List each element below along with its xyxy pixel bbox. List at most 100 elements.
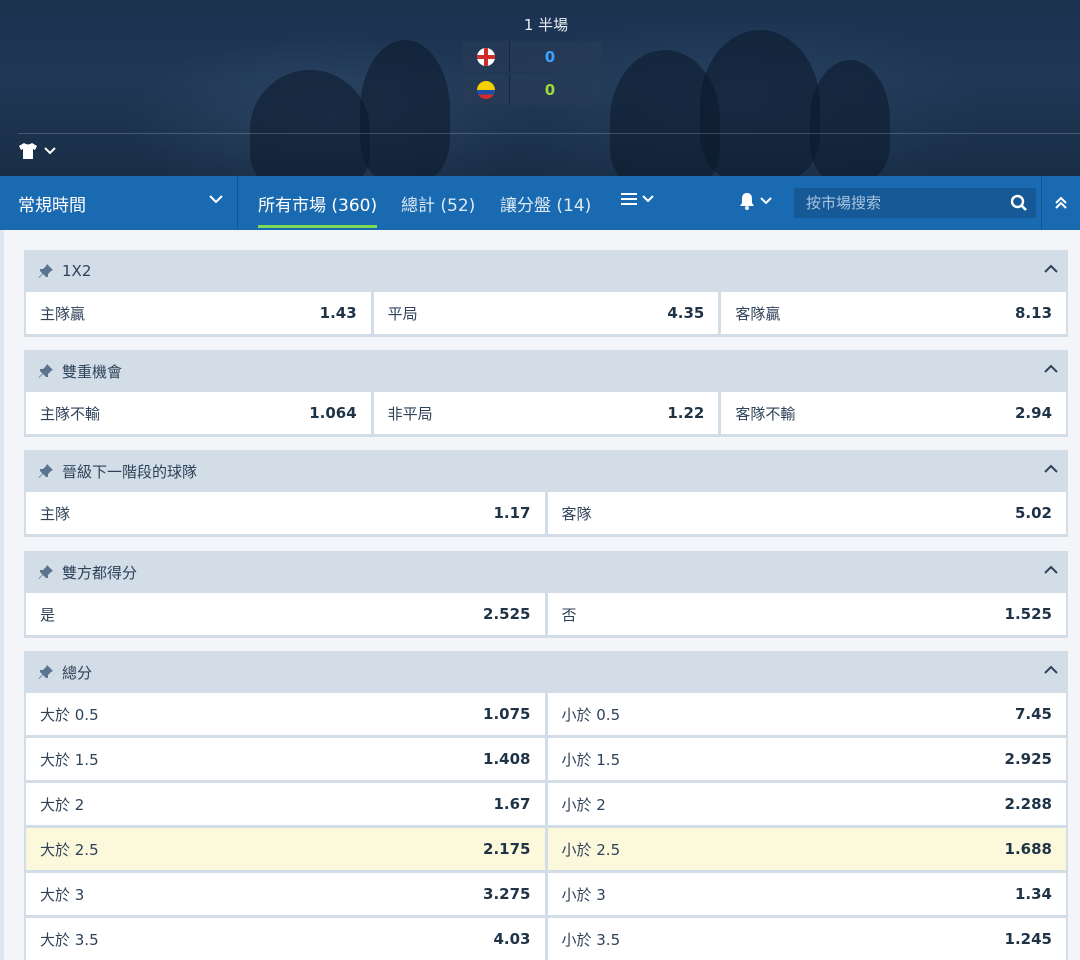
shirt-icon	[19, 143, 37, 159]
collapse-header-button[interactable]	[1041, 176, 1080, 230]
market-both-teams-score: 雙方都得分 是 2.525 否 1.525	[24, 551, 1068, 638]
selection-button[interactable]: 客隊贏 8.13	[721, 292, 1067, 334]
market-title: 雙方都得分	[62, 563, 138, 582]
selection-button[interactable]: 客隊 5.02	[547, 492, 1066, 534]
market-double-chance: 雙重機會 主隊不輸 1.064 非平局 1.22 客隊不輸 2.94	[24, 350, 1068, 437]
selection-odds: 1.408	[483, 750, 531, 768]
match-hero: 1 半場 0 0	[0, 0, 1080, 176]
selection-label: 小於 1.5	[561, 750, 621, 769]
notifications-button[interactable]	[738, 191, 772, 211]
market-title: 1X2	[62, 262, 92, 280]
selection-label: 大於 3.5	[40, 930, 99, 949]
selection-row: 主隊 1.17 客隊 5.02	[24, 492, 1068, 537]
chevron-up-icon[interactable]	[1044, 464, 1058, 473]
market-search	[794, 188, 1036, 218]
market-title: 總分	[62, 663, 93, 682]
market-title: 雙重機會	[62, 362, 123, 381]
pin-icon[interactable]	[38, 564, 54, 580]
selection-row: 大於 2.5 2.175 小於 2.5 1.688	[24, 828, 1068, 873]
selection-odds: 1.67	[493, 795, 531, 813]
selection-odds: 2.175	[483, 840, 531, 858]
market-header[interactable]: 雙方都得分	[24, 551, 1068, 593]
selection-button[interactable]: 主隊 1.17	[26, 492, 545, 534]
selection-button[interactable]: 大於 2 1.67	[26, 783, 545, 825]
selection-odds: 4.03	[493, 930, 531, 948]
chevron-up-icon[interactable]	[1044, 364, 1058, 373]
selection-row: 大於 3.5 4.03 小於 3.5 1.245	[24, 918, 1068, 960]
market-toolbar: 常規時間 所有市場 (360) 總計 (52) 讓分盤 (14)	[0, 176, 1080, 230]
selection-odds: 1.075	[483, 705, 531, 723]
selection-button[interactable]: 小於 2 2.288	[547, 783, 1066, 825]
selection-button[interactable]: 主隊不輸 1.064	[26, 392, 371, 434]
away-score-row: 0	[462, 74, 602, 105]
tab-handicap[interactable]: 讓分盤 (14)	[500, 176, 591, 230]
selection-odds: 1.22	[667, 404, 705, 422]
pin-icon[interactable]	[38, 263, 54, 279]
selection-odds: 1.064	[309, 404, 357, 422]
chevron-down-icon	[209, 195, 223, 204]
hero-divider	[18, 133, 1080, 134]
market-header[interactable]: 總分	[24, 651, 1068, 693]
pin-icon[interactable]	[38, 363, 54, 379]
search-icon[interactable]	[1002, 188, 1036, 218]
england-flag-icon	[476, 47, 495, 66]
pin-icon[interactable]	[38, 463, 54, 479]
pin-icon[interactable]	[38, 664, 54, 680]
match-period: 1 半場	[523, 16, 569, 34]
selection-button[interactable]: 大於 1.5 1.408	[26, 738, 545, 780]
selection-odds: 5.02	[1014, 504, 1052, 522]
selection-button[interactable]: 小於 0.5 7.45	[547, 693, 1066, 735]
kit-toggle-button[interactable]	[18, 142, 56, 160]
selection-odds: 8.13	[1015, 304, 1053, 322]
selection-button[interactable]: 否 1.525	[547, 593, 1066, 635]
selection-button[interactable]: 主隊贏 1.43	[26, 292, 371, 334]
selection-label: 小於 2	[561, 795, 606, 814]
markets-list: 1X2 主隊贏 1.43 平局 4.35 客隊贏 8.13 雙重機會 主隊不輸 1.06…	[4, 230, 1080, 960]
selection-button[interactable]: 客隊不輸 2.94	[721, 392, 1067, 434]
selection-odds: 2.288	[1004, 795, 1052, 813]
selection-row: 大於 0.5 1.075 小於 0.5 7.45	[24, 693, 1068, 738]
selection-label: 大於 0.5	[40, 705, 99, 724]
selection-button[interactable]: 大於 3.5 4.03	[26, 918, 545, 960]
selection-button[interactable]: 小於 1.5 2.925	[547, 738, 1066, 780]
selection-label: 平局	[387, 304, 418, 323]
selection-odds: 4.35	[667, 304, 705, 322]
tab-totals[interactable]: 總計 (52)	[401, 176, 475, 230]
market-search-input[interactable]	[794, 188, 1002, 218]
bell-icon	[740, 193, 754, 210]
market-1x2: 1X2 主隊贏 1.43 平局 4.35 客隊贏 8.13	[24, 250, 1068, 337]
selection-button[interactable]: 平局 4.35	[373, 292, 719, 334]
home-score-row: 0	[462, 41, 602, 72]
selection-label: 小於 3.5	[561, 930, 621, 949]
selection-odds: 1.245	[1004, 930, 1052, 948]
more-markets-menu-button[interactable]	[620, 191, 654, 207]
chevron-up-icon[interactable]	[1044, 264, 1058, 273]
market-header[interactable]: 晉級下一階段的球隊	[24, 450, 1068, 492]
chevron-up-icon[interactable]	[1044, 665, 1058, 674]
selection-button[interactable]: 大於 0.5 1.075	[26, 693, 545, 735]
selection-label: 小於 0.5	[561, 705, 621, 724]
selection-button[interactable]: 大於 2.5 2.175	[26, 828, 545, 870]
market-header[interactable]: 雙重機會	[24, 350, 1068, 392]
chevron-down-icon	[760, 197, 772, 205]
market-header[interactable]: 1X2	[24, 250, 1068, 292]
selection-label: 非平局	[387, 404, 433, 423]
selection-odds: 1.43	[319, 304, 357, 322]
selection-label: 大於 3	[40, 885, 85, 904]
selection-row: 主隊贏 1.43 平局 4.35 客隊贏 8.13	[24, 292, 1068, 337]
selection-button[interactable]: 非平局 1.22	[373, 392, 719, 434]
period-select[interactable]: 常規時間	[4, 176, 238, 230]
selection-button[interactable]: 小於 3 1.34	[547, 873, 1066, 915]
selection-button[interactable]: 小於 2.5 1.688	[547, 828, 1066, 870]
selection-odds: 2.94	[1015, 404, 1053, 422]
selection-row: 大於 3 3.275 小於 3 1.34	[24, 873, 1068, 918]
selection-label: 小於 2.5	[561, 840, 621, 859]
double-chevron-up-icon	[1055, 196, 1067, 209]
selection-button[interactable]: 是 2.525	[26, 593, 545, 635]
home-score: 0	[544, 47, 556, 66]
tab-all-markets[interactable]: 所有市場 (360)	[258, 176, 378, 230]
selection-odds: 1.525	[1004, 605, 1052, 623]
selection-button[interactable]: 大於 3 3.275	[26, 873, 545, 915]
selection-button[interactable]: 小於 3.5 1.245	[547, 918, 1066, 960]
chevron-up-icon[interactable]	[1044, 565, 1058, 574]
